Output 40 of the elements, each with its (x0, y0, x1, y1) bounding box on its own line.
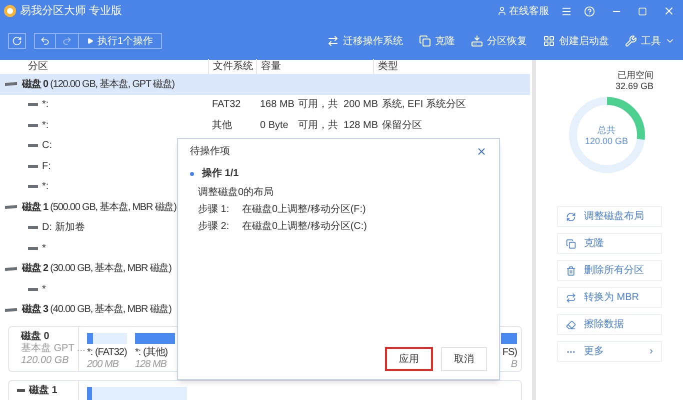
total-label: 总共 120.00 GB (584, 125, 630, 147)
disk-label: 磁盘 0 (120.00 GB, 基本盘, GPT 磁盘) (22, 78, 174, 92)
table-cell-text: 168 MB (259, 98, 294, 112)
table-cell-text: 保留分区 (381, 118, 422, 133)
operation-description: 调整磁盘0的布局 (198, 186, 275, 200)
partition-name: *: (42, 180, 49, 194)
step-text: 在磁盘0上调整/移动分区(F:) (242, 202, 366, 217)
disk-name: 磁盘 1 (29, 385, 58, 397)
used-space-label: 已用空间 32.69 GB (615, 70, 654, 92)
disk-label: 磁盘 3 (40.00 GB, 基本盘, MBR 磁盘) (22, 302, 172, 318)
partition-size: B (510, 359, 517, 371)
partition-name: C: (42, 139, 52, 154)
window-title: 易我分区大师 专业版 (20, 4, 122, 19)
disk-label: 磁盘 2 (30.00 GB, 基本盘, MBR 磁盘) (22, 262, 172, 276)
partition-label: *: (其他) (135, 347, 169, 359)
table-cell-text: FAT32 (211, 98, 242, 112)
partition-label: FS) (502, 347, 517, 359)
table-cell-text: 可用，共 128 MB (297, 118, 378, 133)
operation-title: 操作 1/1 (202, 166, 239, 181)
partition-size: 200 MB (87, 359, 120, 371)
partition-name: D: 新加卷 (42, 220, 85, 236)
step-text: 在磁盘0上调整/移动分区(C:) (242, 220, 367, 234)
disk-size: 120.00 GB (21, 355, 70, 367)
table-cell-text: 系统, EFI 系统分区 (381, 98, 466, 112)
step-label: 步骤 1: (198, 202, 230, 217)
table-cell-text: 其他 (211, 118, 233, 133)
dialog-title: 待操作项 (190, 144, 231, 158)
partition-size: 128 MB (135, 359, 168, 371)
partition-name: F: (42, 160, 51, 174)
table-cell-text: 可用，共 200 MB (297, 98, 378, 112)
partition-name: *: (42, 118, 49, 133)
disk-type: 基本盘 GPT ... (21, 343, 86, 355)
disk-name: 磁盘 0 (21, 331, 50, 342)
partition-name: *: (42, 98, 49, 112)
table-cell-text: 0 Byte (259, 118, 290, 133)
disk-label: 磁盘 1 (500.00 GB, 基本盘, MBR 磁盘) (22, 200, 176, 215)
partition-name: * (42, 282, 46, 297)
partition-name: * (42, 242, 46, 256)
partition-label: *: (FAT32) (87, 347, 127, 359)
step-label: 步骤 2: (198, 220, 230, 234)
